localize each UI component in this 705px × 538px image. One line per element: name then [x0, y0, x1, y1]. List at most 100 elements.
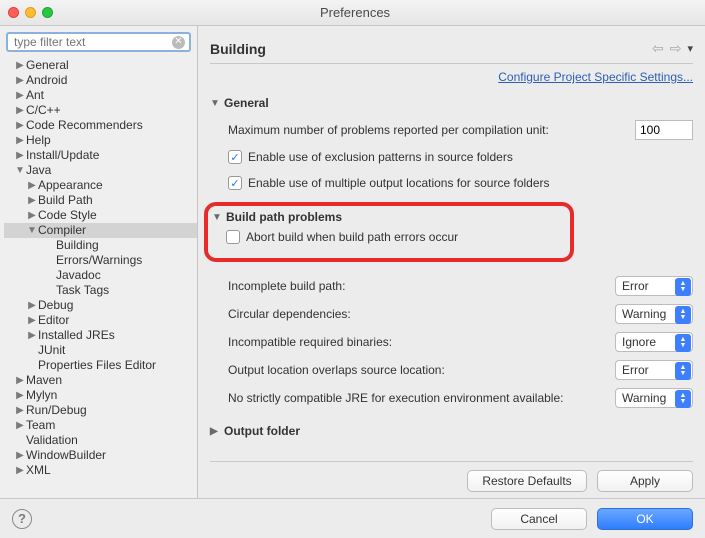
tree-item[interactable]: ▶Code Style: [4, 208, 197, 223]
chevron-right-icon: ▶: [26, 178, 38, 193]
page-title: Building: [210, 41, 652, 57]
tree-item-label: Mylyn: [26, 388, 57, 403]
max-problems-input[interactable]: [635, 120, 693, 140]
help-icon[interactable]: ?: [12, 509, 32, 529]
tree-item[interactable]: Errors/Warnings: [4, 253, 197, 268]
tree-item[interactable]: ▶Installed JREs: [4, 328, 197, 343]
option-label: No strictly compatible JRE for execution…: [228, 391, 615, 405]
configure-project-link[interactable]: Configure Project Specific Settings...: [498, 70, 693, 84]
tree-item[interactable]: ▶Code Recommenders: [4, 118, 197, 133]
chevron-right-icon: ▶: [14, 148, 26, 163]
clear-filter-icon[interactable]: ✕: [172, 36, 185, 49]
section-general[interactable]: ▼ General: [210, 96, 693, 110]
back-icon[interactable]: ⇦: [652, 40, 664, 57]
chevron-down-icon: ▼: [26, 223, 38, 238]
apply-button[interactable]: Apply: [597, 470, 693, 492]
tree-item[interactable]: ▼Compiler: [4, 223, 197, 238]
select-value: Error: [622, 363, 649, 377]
tree-item[interactable]: ▶Debug: [4, 298, 197, 313]
chevron-right-icon: ▶: [14, 103, 26, 118]
tree-item[interactable]: Building: [4, 238, 197, 253]
exclusion-patterns-row[interactable]: Enable use of exclusion patterns in sour…: [228, 150, 693, 164]
tree-item[interactable]: ▶Team: [4, 418, 197, 433]
option-select[interactable]: Ignore▲▼: [615, 332, 693, 352]
multiple-output-row[interactable]: Enable use of multiple output locations …: [228, 176, 693, 190]
view-menu-icon[interactable]: ▾: [687, 42, 693, 55]
abort-build-row[interactable]: Abort build when build path errors occur: [226, 230, 562, 244]
chevron-updown-icon: ▲▼: [675, 278, 691, 296]
option-select[interactable]: Warning▲▼: [615, 388, 693, 408]
chevron-right-icon: ▶: [14, 463, 26, 478]
tree-item-label: Errors/Warnings: [56, 253, 142, 268]
chevron-down-icon: ▼: [212, 212, 222, 223]
chevron-right-icon: ▶: [210, 426, 220, 437]
select-value: Warning: [622, 391, 666, 405]
filter-field[interactable]: ✕: [6, 32, 191, 52]
chevron-right-icon: ▶: [26, 193, 38, 208]
tree-item-label: Validation: [26, 433, 78, 448]
tree-item-label: General: [26, 58, 69, 73]
tree-item[interactable]: ▶Help: [4, 133, 197, 148]
tree-item[interactable]: ▶Run/Debug: [4, 403, 197, 418]
tree-item[interactable]: ▶C/C++: [4, 103, 197, 118]
section-buildpath[interactable]: ▼ Build path problems: [212, 210, 562, 224]
chevron-right-icon: ▶: [14, 58, 26, 73]
ok-button[interactable]: OK: [597, 508, 693, 530]
preferences-tree[interactable]: ▶General▶Android▶Ant▶C/C++▶Code Recommen…: [0, 58, 197, 498]
option-select[interactable]: Error▲▼: [615, 276, 693, 296]
exclusion-patterns-checkbox[interactable]: [228, 150, 242, 164]
tree-item[interactable]: Validation: [4, 433, 197, 448]
chevron-down-icon: ▼: [14, 163, 26, 178]
tree-item[interactable]: ▶Install/Update: [4, 148, 197, 163]
tree-item-label: Task Tags: [56, 283, 109, 298]
tree-item[interactable]: ▼Java: [4, 163, 197, 178]
option-select[interactable]: Error ▲▼: [615, 360, 693, 380]
option-label: Circular dependencies:: [228, 307, 615, 321]
chevron-right-icon: ▶: [14, 118, 26, 133]
tree-item-label: Ant: [26, 88, 44, 103]
chevron-updown-icon: ▲▼: [675, 362, 691, 380]
tree-item[interactable]: ▶Editor: [4, 313, 197, 328]
tree-item[interactable]: ▶Mylyn: [4, 388, 197, 403]
tree-item[interactable]: Javadoc: [4, 268, 197, 283]
content-pane: Building ⇦ ⇨ ▾ Configure Project Specifi…: [198, 26, 705, 498]
filter-input[interactable]: [12, 34, 172, 50]
max-problems-label: Maximum number of problems reported per …: [228, 123, 635, 137]
content-buttons: Restore Defaults Apply: [210, 461, 693, 492]
tree-item[interactable]: JUnit: [4, 343, 197, 358]
footer: ? Cancel OK: [0, 498, 705, 538]
tree-item[interactable]: ▶XML: [4, 463, 197, 478]
tree-item[interactable]: Task Tags: [4, 283, 197, 298]
tree-item-label: C/C++: [26, 103, 61, 118]
forward-icon[interactable]: ⇨: [670, 40, 682, 57]
tree-item[interactable]: ▶Maven: [4, 373, 197, 388]
tree-item-label: Build Path: [38, 193, 93, 208]
tree-item-label: Appearance: [38, 178, 103, 193]
tree-item[interactable]: ▶Ant: [4, 88, 197, 103]
tree-item[interactable]: Properties Files Editor: [4, 358, 197, 373]
nav-icons: ⇦ ⇨ ▾: [652, 40, 693, 57]
tree-item[interactable]: ▶Appearance: [4, 178, 197, 193]
chevron-updown-icon: ▲▼: [675, 334, 691, 352]
tree-item-label: Help: [26, 133, 51, 148]
tree-item-label: Properties Files Editor: [38, 358, 156, 373]
tree-item[interactable]: ▶Build Path: [4, 193, 197, 208]
restore-defaults-button[interactable]: Restore Defaults: [467, 470, 587, 492]
tree-item[interactable]: ▶General: [4, 58, 197, 73]
option-label: Output location overlaps source location…: [228, 363, 615, 377]
abort-build-checkbox[interactable]: [226, 230, 240, 244]
option-select[interactable]: Warning▲▼: [615, 304, 693, 324]
tree-item-label: Team: [26, 418, 55, 433]
tree-item[interactable]: ▶WindowBuilder: [4, 448, 197, 463]
buildpath-option-row: Incompatible required binaries:Ignore▲▼: [228, 332, 693, 352]
section-output[interactable]: ▶ Output folder: [210, 424, 693, 438]
chevron-right-icon: ▶: [26, 313, 38, 328]
cancel-button[interactable]: Cancel: [491, 508, 587, 530]
select-value: Warning: [622, 307, 666, 321]
abort-build-label: Abort build when build path errors occur: [246, 230, 458, 244]
tree-item-label: Code Style: [38, 208, 97, 223]
multiple-output-checkbox[interactable]: [228, 176, 242, 190]
tree-item[interactable]: ▶Android: [4, 73, 197, 88]
tree-item-label: WindowBuilder: [26, 448, 106, 463]
chevron-right-icon: ▶: [26, 208, 38, 223]
